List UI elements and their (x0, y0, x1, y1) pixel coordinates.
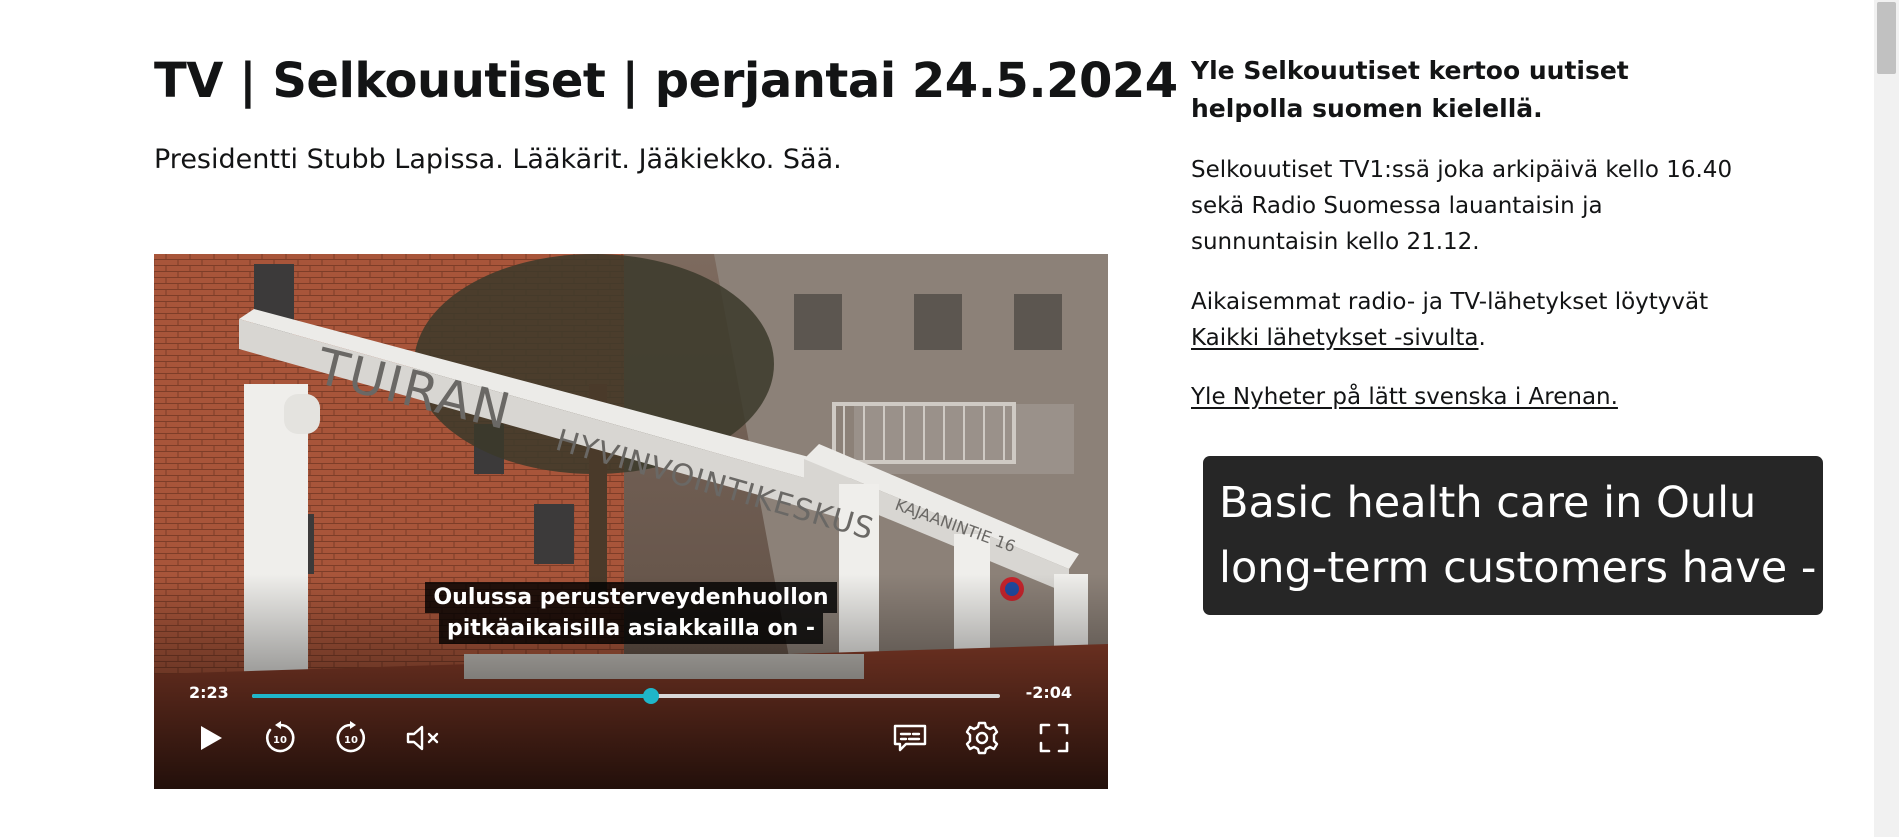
time-elapsed: 2:23 (189, 683, 229, 702)
subtitles-button[interactable] (888, 716, 932, 760)
page-title: TV | Selkouutiset | perjantai 24.5.2024 (154, 53, 1178, 109)
progress-fill (252, 694, 651, 698)
play-icon (201, 726, 222, 750)
translation-overlay: Basic health care in Oulu long-term cust… (1203, 456, 1823, 615)
progress-thumb[interactable] (642, 688, 659, 704)
play-button[interactable] (188, 716, 232, 760)
video-subtitle-line-2: pitkäaikaisilla asiakkailla on - (154, 613, 1108, 644)
previous-broadcasts-text: Aikaisemmat radio- ja TV-lähetykset löyt… (1191, 284, 1751, 356)
time-remaining: -2:04 (1025, 683, 1072, 702)
fullscreen-icon (1039, 723, 1069, 753)
progress-bar[interactable] (252, 688, 1000, 704)
video-subtitle-text-1: Oulussa perusterveydenhuollon (425, 582, 837, 613)
previous-broadcasts-lead: Aikaisemmat radio- ja TV-lähetykset löyt… (1191, 289, 1709, 315)
video-frame[interactable]: TUIRAN HYVINVOINTIKESKUS KAJAANINTIE 16 (154, 254, 1108, 789)
translation-line-1: Basic health care in Oulu (1219, 478, 1757, 528)
svg-text:10: 10 (344, 735, 358, 746)
scrollbar[interactable] (1874, 0, 1899, 837)
translation-line-2: long-term customers have - (1219, 543, 1817, 593)
gear-icon (965, 721, 999, 755)
scrollbar-thumb[interactable] (1877, 2, 1896, 74)
svg-text:10: 10 (273, 735, 287, 746)
settings-button[interactable] (960, 716, 1004, 760)
video-subtitle-text-2: pitkäaikaisilla asiakkailla on - (438, 613, 824, 644)
swedish-news-link[interactable]: Yle Nyheter på lätt svenska i Arenan. (1191, 379, 1618, 415)
rewind-10-button[interactable]: 10 (258, 716, 302, 760)
muted-speaker-icon (406, 725, 439, 751)
forward-10-button[interactable]: 10 (329, 716, 373, 760)
page: TV | Selkouutiset | perjantai 24.5.2024 … (0, 0, 1899, 837)
sidebar-heading: Yle Selkouutiset kertoo uutiset helpolla… (1191, 56, 1629, 123)
page-subtitle: Presidentti Stubb Lapissa. Lääkärit. Jää… (154, 144, 842, 175)
subtitles-icon (893, 724, 927, 752)
video-subtitle-line-1: Oulussa perusterveydenhuollon (154, 582, 1108, 613)
video-player[interactable]: TUIRAN HYVINVOINTIKESKUS KAJAANINTIE 16 … (154, 254, 1108, 789)
previous-broadcasts-end: . (1478, 325, 1486, 351)
broadcast-times-text: Selkouutiset TV1:ssä joka arkipäivä kell… (1191, 157, 1733, 255)
fullscreen-button[interactable] (1032, 716, 1076, 760)
mute-button[interactable] (402, 716, 446, 760)
rewind-10-icon: 10 (265, 721, 295, 753)
forward-10-icon: 10 (336, 721, 366, 753)
all-broadcasts-link[interactable]: Kaikki lähetykset -sivulta (1191, 325, 1479, 351)
